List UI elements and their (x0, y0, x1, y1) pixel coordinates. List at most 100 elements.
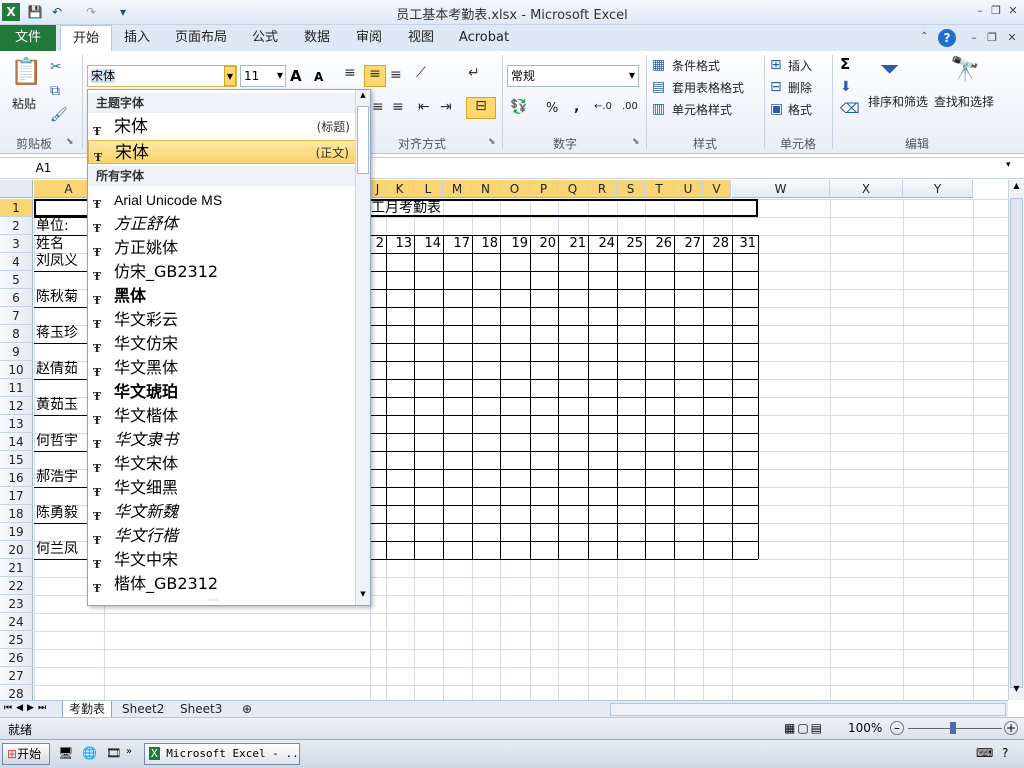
minimize-button[interactable]: – (972, 3, 988, 19)
font-item[interactable]: Ŧ 华文彩云 (88, 308, 356, 332)
copy-icon[interactable]: ⧉ (50, 83, 60, 99)
font-name-dropdown-icon[interactable]: ▼ (224, 66, 236, 86)
row-header-5[interactable]: 5 (0, 271, 33, 289)
font-item[interactable]: Ŧ 华文行楷 (88, 524, 356, 548)
grow-font-icon[interactable]: A (290, 67, 302, 85)
format-painter-icon[interactable]: 🖌 (50, 107, 68, 123)
column-header-r[interactable]: R (588, 180, 617, 198)
autosum-icon[interactable]: Σ (840, 55, 850, 73)
font-size-input[interactable]: 11 ▼ (240, 65, 286, 87)
row-header-25[interactable]: 25 (0, 631, 33, 649)
column-header-w[interactable]: W (732, 180, 830, 198)
restore-button[interactable]: ❐ (988, 3, 1004, 19)
sort-filter-icon[interactable]: ⏷ (880, 55, 899, 83)
font-item[interactable]: Ŧ 华文新魏 (88, 500, 356, 524)
column-header-t[interactable]: T (645, 180, 674, 198)
cell-styles-button[interactable]: 单元格样式 (672, 101, 732, 118)
taskbar-excel-button[interactable]: X Microsoft Excel - ... (144, 743, 300, 765)
tab-review[interactable]: 审阅 (354, 25, 384, 51)
font-item[interactable]: Ŧ 方正舒体 (88, 212, 356, 236)
cell-employee-name[interactable]: 赵倩茹 (36, 360, 78, 378)
format-table-icon[interactable]: ▤ (652, 79, 665, 95)
doc-minimize-button[interactable]: – (966, 30, 982, 46)
paste-button[interactable]: 粘贴 (12, 95, 36, 112)
cell-name-header[interactable]: 姓名 (36, 235, 64, 253)
font-item-theme-body[interactable]: Ŧ 宋体 (正文) (88, 140, 356, 164)
row-header-2[interactable]: 2 (0, 217, 33, 235)
font-scroll-thumb[interactable] (357, 106, 369, 174)
sort-filter-button[interactable]: 排序和筛选 (868, 93, 928, 110)
cell-day-number[interactable]: 14 (414, 235, 443, 253)
align-center-icon[interactable]: ≡ (372, 99, 384, 115)
cell-employee-name[interactable]: 陈秋菊 (36, 288, 78, 306)
row-header-9[interactable]: 9 (0, 343, 33, 361)
resize-grip-icon[interactable]: ···· (208, 596, 218, 605)
row-header-10[interactable]: 10 (0, 361, 33, 379)
zoom-slider-thumb[interactable] (950, 722, 956, 734)
new-sheet-icon[interactable]: ⊕ (236, 701, 258, 718)
tab-formulas[interactable]: 公式 (250, 25, 280, 51)
row-header-18[interactable]: 18 (0, 505, 33, 523)
column-header-j[interactable]: J (370, 180, 386, 198)
decrease-indent-icon[interactable]: ⇤ (418, 99, 430, 115)
align-middle-icon[interactable]: ≡ (364, 65, 386, 87)
clipboard-launcher-icon[interactable]: ⬊ (66, 137, 74, 147)
tab-page-layout[interactable]: 页面布局 (172, 25, 230, 51)
align-right-icon[interactable]: ≡ (392, 99, 404, 115)
column-header-u[interactable]: U (674, 180, 703, 198)
help-icon[interactable]: ? (938, 29, 956, 47)
scroll-down-icon[interactable]: ▼ (1010, 684, 1023, 697)
cell-day-number[interactable]: 20 (530, 235, 558, 253)
zoom-level[interactable]: 100% (848, 721, 882, 735)
increase-indent-icon[interactable]: ⇥ (440, 99, 452, 115)
column-header-v[interactable]: V (703, 180, 731, 198)
insert-cells-button[interactable]: 插入 (788, 57, 812, 74)
scroll-up-icon[interactable]: ▲ (1010, 181, 1023, 194)
cell-day-number[interactable]: 19 (500, 235, 530, 253)
font-size-dropdown-icon[interactable]: ▼ (277, 66, 283, 86)
font-item[interactable]: Ŧ 华文黑体 (88, 356, 356, 380)
font-item[interactable]: Ŧ 楷体_GB2312 (88, 572, 356, 596)
cell-employee-name[interactable]: 刘凤义 (36, 252, 78, 270)
font-item[interactable]: Ŧ 仿宋_GB2312 (88, 260, 356, 284)
column-header-m[interactable]: M (443, 180, 472, 198)
zoom-out-button[interactable]: – (890, 721, 904, 735)
format-cells-icon[interactable]: ▣ (770, 101, 783, 117)
row-header-6[interactable]: 6 (0, 289, 33, 307)
font-scroll-down-icon[interactable]: ▼ (357, 590, 369, 602)
font-dropdown-list[interactable]: 主题字体 Ŧ 宋体 (标题) Ŧ 宋体 (正文) 所有字体 Ŧ Arial Uni… (87, 89, 371, 606)
row-header-1[interactable]: 1 (0, 199, 33, 217)
delete-cells-icon[interactable]: ⊟ (770, 79, 782, 95)
cell-day-number[interactable]: 26 (645, 235, 674, 253)
row-header-19[interactable]: 19 (0, 523, 33, 541)
view-buttons-icon[interactable]: ▦▢▤ (784, 721, 844, 735)
font-item[interactable]: Ŧ 华文楷体 (88, 404, 356, 428)
clear-icon[interactable]: ⌫ (840, 101, 860, 117)
sheet-nav-icon[interactable]: ⏮◀▶⏭ (4, 703, 50, 713)
cell-employee-name[interactable]: 陈勇毅 (36, 504, 78, 522)
font-list-scrollbar[interactable]: ▲ ▼ (355, 90, 370, 605)
row-header-26[interactable]: 26 (0, 649, 33, 667)
cell-styles-icon[interactable]: ▥ (652, 101, 665, 117)
row-header-22[interactable]: 22 (0, 577, 33, 595)
percent-button[interactable]: % (546, 101, 558, 116)
cell-employee-name[interactable]: 郝浩宇 (36, 468, 78, 486)
cell-day-number[interactable]: 21 (558, 235, 588, 253)
currency-icon[interactable]: 💱 (510, 99, 527, 115)
column-header-s[interactable]: S (617, 180, 645, 198)
font-item[interactable]: Ŧ 华文琥珀 (88, 380, 356, 404)
tab-insert[interactable]: 插入 (122, 25, 152, 51)
select-all-corner[interactable] (0, 180, 33, 198)
tab-home[interactable]: 开始 (60, 25, 112, 52)
number-format-dropdown-icon[interactable]: ▼ (629, 66, 635, 86)
tab-view[interactable]: 视图 (406, 25, 436, 51)
column-header-l[interactable]: L (414, 180, 443, 198)
expand-formula-icon[interactable]: ▾ (1006, 160, 1011, 170)
font-item[interactable]: Ŧ 华文中宋 (88, 548, 356, 572)
row-header-24[interactable]: 24 (0, 613, 33, 631)
keyboard-tray-icon[interactable]: ⌨ (976, 746, 993, 760)
name-box[interactable]: A1 (0, 158, 88, 178)
column-header-x[interactable]: X (830, 180, 903, 198)
insert-cells-icon[interactable]: ⊞ (770, 57, 782, 73)
row-header-20[interactable]: 20 (0, 541, 33, 559)
